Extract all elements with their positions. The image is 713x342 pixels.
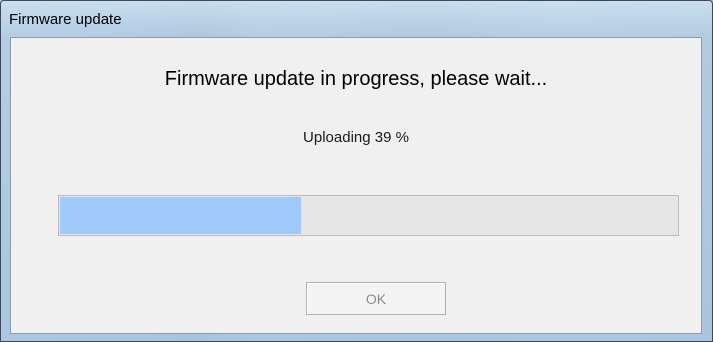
progress-heading: Firmware update in progress, please wait…: [164, 68, 548, 90]
upload-progress-bar: [58, 195, 679, 236]
progress-bar-fill: [60, 197, 301, 234]
dialog-client-area: Firmware update in progress, please wait…: [10, 37, 702, 334]
ok-button[interactable]: OK: [306, 282, 446, 315]
window-titlebar[interactable]: Firmware update: [1, 1, 712, 35]
firmware-update-window: Firmware update Firmware update in progr…: [0, 0, 713, 342]
upload-status-text: Uploading 39 %: [303, 129, 409, 146]
window-title: Firmware update: [9, 11, 122, 28]
